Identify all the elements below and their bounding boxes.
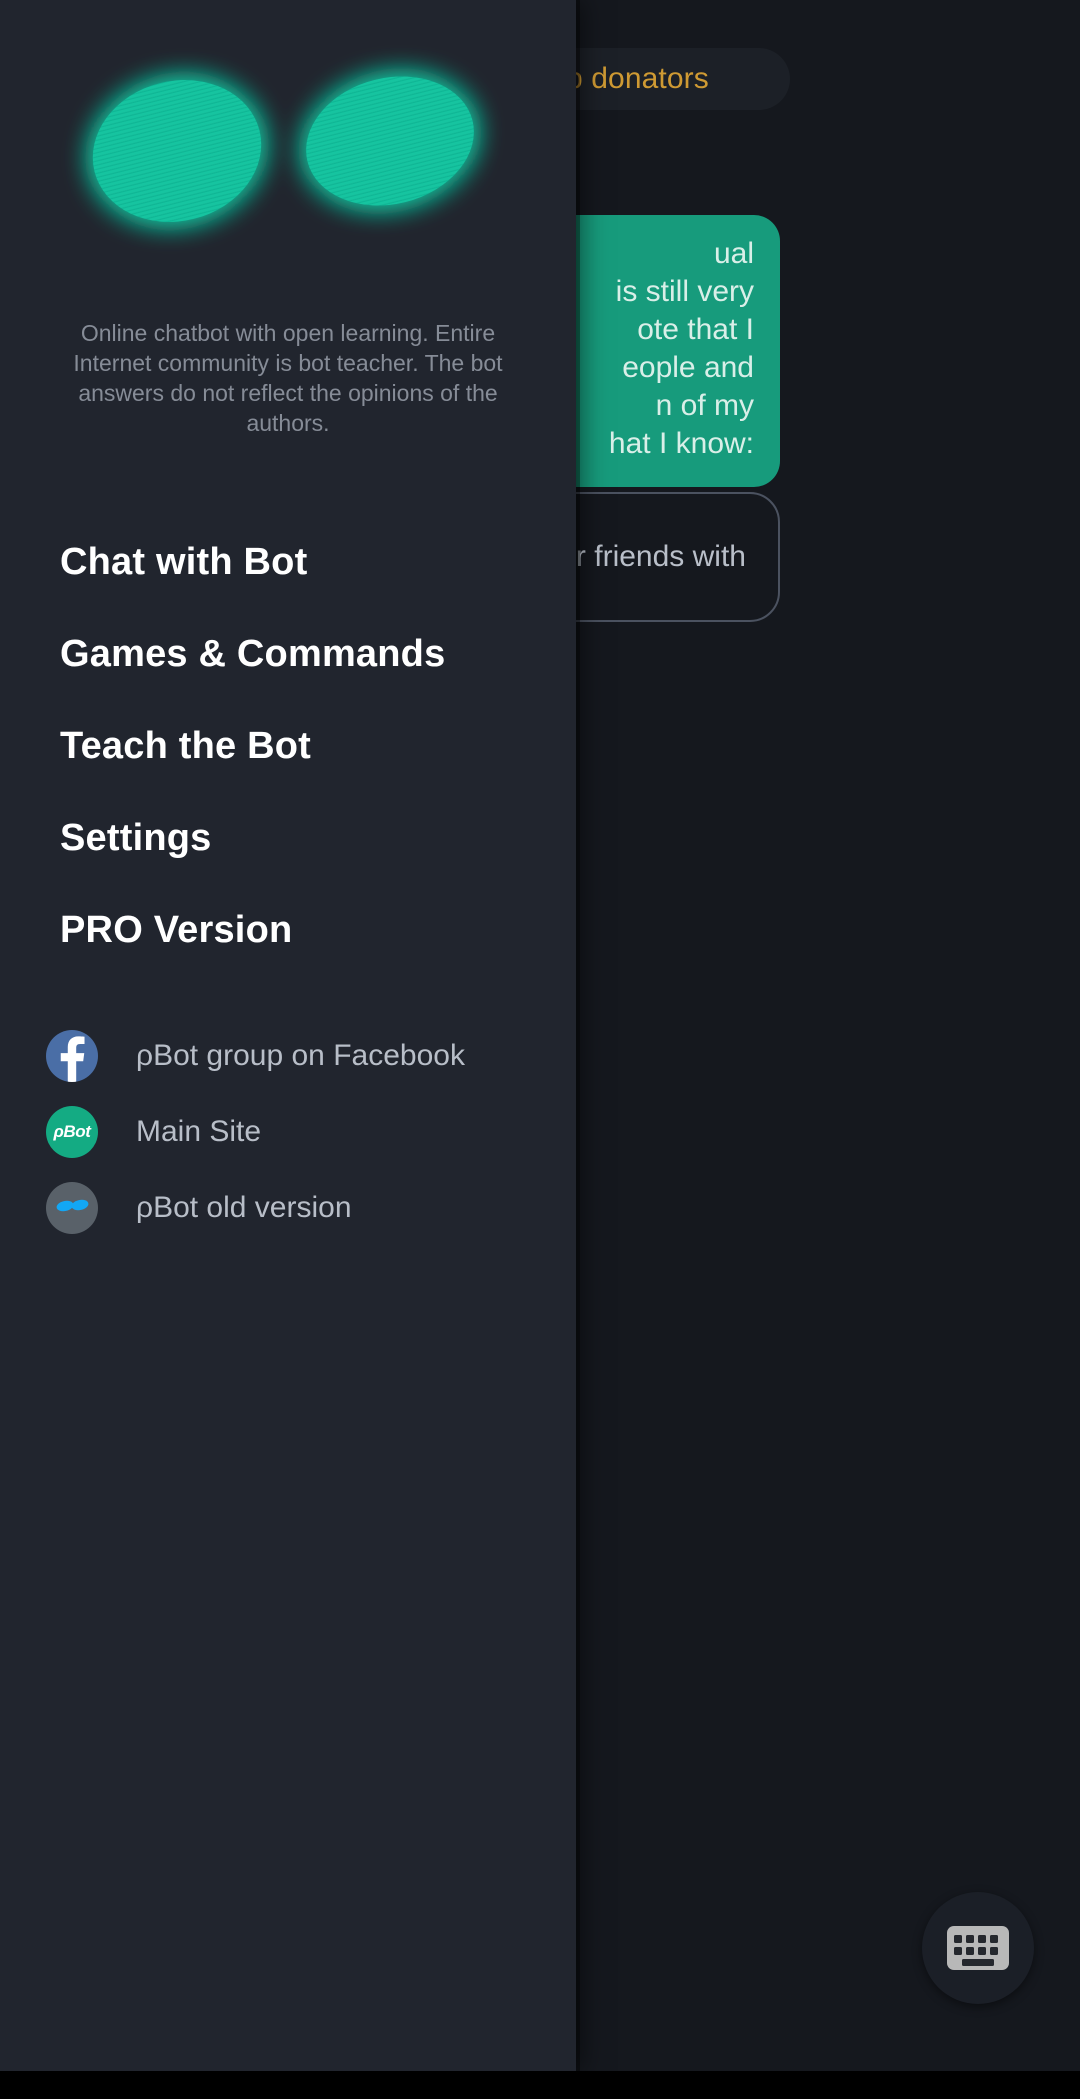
link-label: ρBot group on Facebook <box>136 1039 465 1072</box>
facebook-f-glyph <box>60 1036 85 1082</box>
pbot-logo-text: ρBot <box>53 1122 91 1141</box>
facebook-icon <box>46 1030 98 1082</box>
link-label: Main Site <box>136 1115 262 1148</box>
keyboard-icon <box>947 1926 1009 1970</box>
drawer-links: ρBot group on Facebook ρBot Main Site ρB… <box>0 1018 576 1246</box>
menu-item-teach-the-bot[interactable]: Teach the Bot <box>0 700 576 792</box>
link-label: ρBot old version <box>136 1191 352 1224</box>
bot-eyes-icon <box>92 76 474 222</box>
bot-eyes-logo <box>0 0 576 300</box>
pbot-logo-icon: ρBot <box>46 1106 98 1158</box>
link-main-site[interactable]: ρBot Main Site <box>0 1094 576 1170</box>
menu-item-pro-version[interactable]: PRO Version <box>0 884 576 976</box>
app-root: Top donators ual is still very ote that … <box>0 0 1080 2099</box>
link-facebook-group[interactable]: ρBot group on Facebook <box>0 1018 576 1094</box>
menu-item-chat-with-bot[interactable]: Chat with Bot <box>0 516 576 608</box>
menu-item-games-commands[interactable]: Games & Commands <box>0 608 576 700</box>
drawer-menu: Chat with Bot Games & Commands Teach the… <box>0 516 576 976</box>
navigation-drawer: Online chatbot with open learning. Entir… <box>0 0 576 2071</box>
old-bot-eyes-glyph <box>56 1199 89 1212</box>
old-bot-eyes-icon <box>46 1182 98 1234</box>
drawer-tagline: Online chatbot with open learning. Entir… <box>73 320 503 436</box>
link-old-version[interactable]: ρBot old version <box>0 1170 576 1246</box>
keyboard-fab-button[interactable] <box>922 1892 1034 2004</box>
menu-item-settings[interactable]: Settings <box>0 792 576 884</box>
